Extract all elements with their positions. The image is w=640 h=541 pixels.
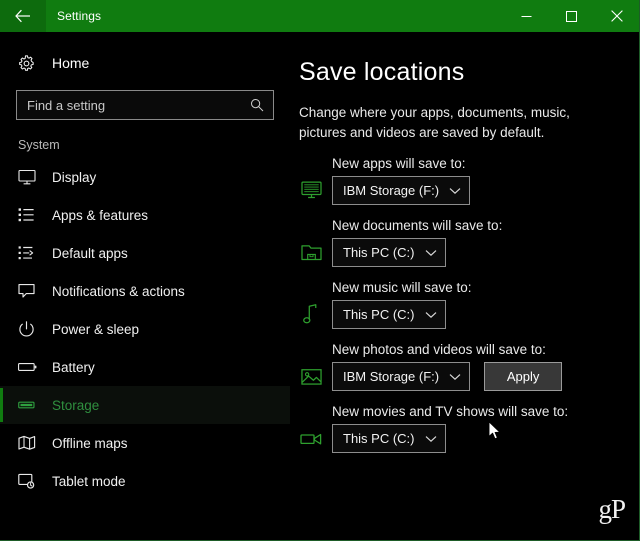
- map-icon: [18, 435, 46, 451]
- minimize-button[interactable]: [504, 0, 549, 32]
- chevron-down-icon: [425, 311, 437, 319]
- sidebar-item-label: Tablet mode: [52, 473, 126, 489]
- search-icon[interactable]: [250, 98, 273, 112]
- apps-save-location-dropdown[interactable]: IBM Storage (F:): [332, 176, 471, 206]
- save-row-label: New photos and videos will save to:: [332, 342, 546, 358]
- dropdown-value: IBM Storage (F:): [343, 183, 440, 199]
- sidebar-item-label: Offline maps: [52, 435, 128, 451]
- sidebar-item-offline-maps[interactable]: Offline maps: [0, 424, 290, 462]
- close-button[interactable]: [594, 0, 639, 32]
- window-body: Home System: [0, 32, 639, 540]
- save-row-control: This PC (C:): [290, 300, 639, 330]
- save-row-photos-videos: New photos and videos will save to: IBM …: [290, 342, 639, 404]
- watermark: gP: [598, 494, 626, 524]
- folder-icon: [290, 243, 332, 262]
- sidebar-item-label: Notifications & actions: [52, 283, 185, 299]
- sidebar-home-label: Home: [52, 55, 90, 71]
- chevron-down-icon: [449, 187, 461, 195]
- save-row-label: New apps will save to:: [332, 156, 466, 172]
- list-arrow-icon: [18, 245, 46, 261]
- dropdown-value: This PC (C:): [343, 307, 415, 323]
- save-locations-list: New apps will save to: IBM Storage (F:): [290, 142, 639, 466]
- sidebar-item-tablet-mode[interactable]: Tablet mode: [0, 462, 290, 500]
- storage-icon: [18, 399, 46, 411]
- sidebar-item-display[interactable]: Display: [0, 158, 290, 196]
- search-input[interactable]: [17, 97, 250, 113]
- apps-monitor-icon: [290, 181, 332, 200]
- search-box[interactable]: [16, 90, 274, 120]
- sidebar-item-battery[interactable]: Battery: [0, 348, 290, 386]
- movies-tv-save-location-dropdown[interactable]: This PC (C:): [332, 424, 446, 454]
- save-row-control: IBM Storage (F:) Apply: [290, 362, 639, 392]
- maximize-button[interactable]: [549, 0, 594, 32]
- save-row-label: New movies and TV shows will save to:: [332, 404, 569, 420]
- sidebar-item-label: Default apps: [52, 245, 128, 261]
- sidebar-item-label: Display: [52, 169, 97, 185]
- photo-icon: [290, 368, 332, 386]
- page-title: Save locations: [299, 58, 465, 86]
- title-bar: Settings: [0, 0, 639, 32]
- sidebar-item-home[interactable]: Home: [0, 44, 290, 82]
- search-container: [0, 82, 290, 120]
- sidebar-item-notifications-actions[interactable]: Notifications & actions: [0, 272, 290, 310]
- maximize-icon: [566, 10, 577, 22]
- save-row-documents: New documents will save to: This PC (C:): [290, 218, 639, 280]
- save-row-control: This PC (C:): [290, 424, 639, 454]
- dropdown-value: IBM Storage (F:): [343, 369, 440, 385]
- page-description: Change where your apps, documents, music…: [299, 105, 570, 140]
- apply-button[interactable]: Apply: [484, 362, 563, 392]
- sidebar-item-power-sleep[interactable]: Power & sleep: [0, 310, 290, 348]
- dropdown-value: This PC (C:): [343, 431, 415, 447]
- music-note-icon: [290, 304, 332, 325]
- sidebar-item-label: Power & sleep: [52, 321, 140, 337]
- window-title: Settings: [57, 9, 102, 23]
- back-arrow-icon: [15, 9, 31, 23]
- save-row-apps: New apps will save to: IBM Storage (F:): [290, 156, 639, 218]
- save-row-control: This PC (C:): [290, 238, 639, 268]
- sidebar-item-default-apps[interactable]: Default apps: [0, 234, 290, 272]
- list-icon: [18, 207, 46, 223]
- sidebar-item-label: Battery: [52, 359, 95, 375]
- back-button[interactable]: [0, 0, 46, 32]
- chevron-down-icon: [425, 249, 437, 257]
- battery-icon: [18, 361, 46, 373]
- power-icon: [18, 320, 46, 338]
- minimize-icon: [521, 11, 532, 22]
- settings-window: Settings Home Find a setting System Disp…: [0, 0, 640, 541]
- window-controls: [504, 0, 639, 32]
- sidebar: Home System: [0, 32, 290, 540]
- main-content: Save locations Change where your apps, d…: [290, 32, 639, 540]
- chevron-down-icon: [449, 373, 461, 381]
- sidebar-item-storage[interactable]: Storage: [0, 386, 290, 424]
- music-save-location-dropdown[interactable]: This PC (C:): [332, 300, 446, 330]
- sidebar-item-label: Apps & features: [52, 207, 149, 223]
- sidebar-item-label: Storage: [52, 397, 100, 413]
- save-row-label: New documents will save to:: [332, 218, 503, 234]
- chevron-down-icon: [425, 435, 437, 443]
- monitor-icon: [18, 169, 46, 185]
- photos-videos-save-location-dropdown[interactable]: IBM Storage (F:): [332, 362, 471, 392]
- gear-icon: [18, 54, 46, 72]
- dropdown-value: This PC (C:): [343, 245, 415, 261]
- save-row-control: IBM Storage (F:): [290, 176, 639, 206]
- documents-save-location-dropdown[interactable]: This PC (C:): [332, 238, 446, 268]
- sidebar-group-title: System: [18, 138, 60, 152]
- titlebar-spacer: [101, 0, 504, 32]
- close-icon: [610, 10, 623, 22]
- save-row-movies-tv: New movies and TV shows will save to: Th…: [290, 404, 639, 466]
- tablet-icon: [18, 473, 46, 489]
- notification-icon: [18, 283, 46, 299]
- save-row-label: New music will save to:: [332, 280, 472, 296]
- video-camera-icon: [290, 432, 332, 446]
- sidebar-item-apps-features[interactable]: Apps & features: [0, 196, 290, 234]
- save-row-music: New music will save to: This PC (C:): [290, 280, 639, 342]
